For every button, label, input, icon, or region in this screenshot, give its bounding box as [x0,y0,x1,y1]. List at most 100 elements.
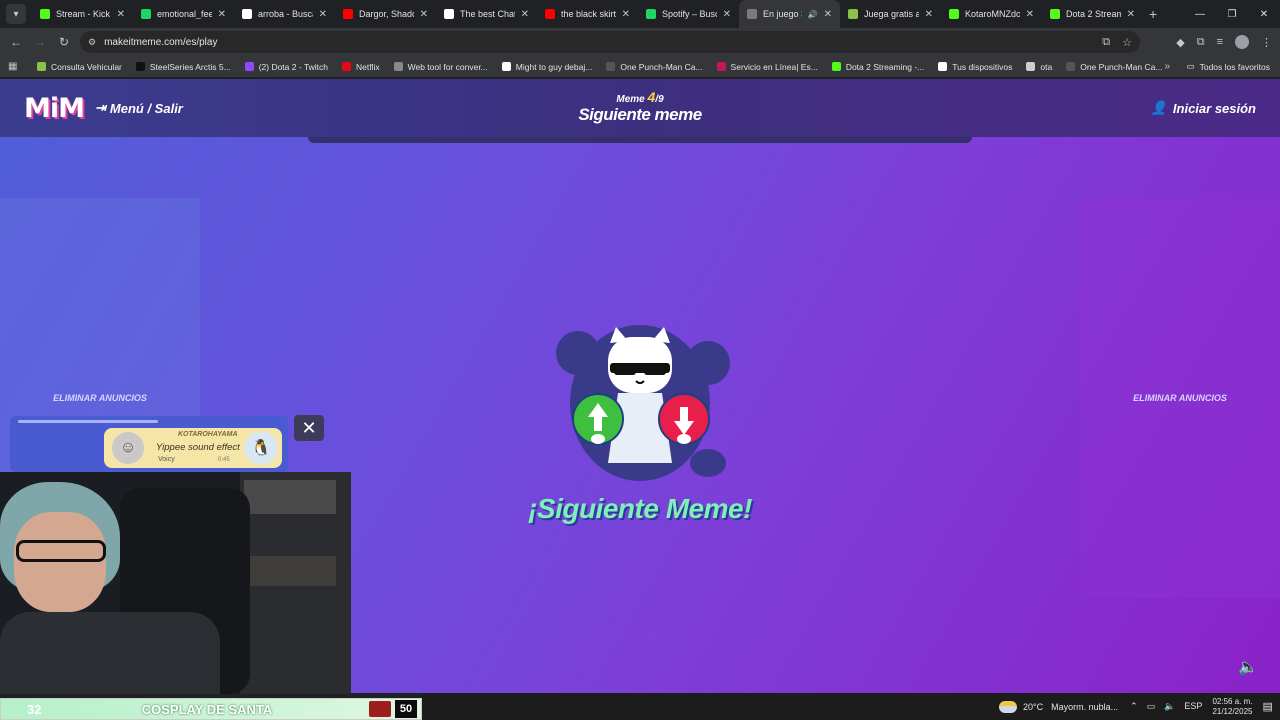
tab-audio-icon[interactable]: 🔊 [808,10,818,19]
bookmark-favicon-icon [831,62,841,71]
bookmark-label: Dota 2 Streaming -... [845,61,925,72]
tab-close-icon[interactable]: ✕ [1127,9,1135,20]
media-control-icon[interactable]: ≡ [1217,36,1223,48]
tab-favicon-icon [949,9,959,19]
bookmarks-overflow-icon[interactable]: » [1164,61,1170,72]
reload-button[interactable]: ↻ [52,35,76,49]
user-icon: 👤 [1150,100,1167,115]
weather-cloud-icon[interactable] [999,700,1017,713]
browser-tab[interactable]: KotaroMNZdo ✕ [941,0,1042,28]
tab-close-icon[interactable]: ✕ [218,9,226,20]
tab-title: KotaroMNZdo [965,9,1020,19]
tab-close-icon[interactable]: ✕ [1026,9,1034,20]
browser-tab[interactable]: emotional_fee ✕ [133,0,234,28]
stream-alert: ☺ KOTAROHAYAMA Yippee sound effect Voicy… [10,416,288,472]
bookmark-label: ota [1040,61,1053,72]
tab-favicon-icon [646,9,656,19]
forward-button[interactable]: → [28,35,52,49]
webcam-shelf-lower [244,556,336,586]
bookmark-item[interactable]: Tus dispositivos [931,62,1019,72]
address-bar[interactable]: ⚙ makeitmeme.com/es/play ⧉ ☆ [80,31,1140,53]
ad-slot-right[interactable]: ELIMINAR ANUNCIOS [1080,198,1280,598]
bookmark-star-icon[interactable]: ☆ [1122,36,1132,49]
weather-temp[interactable]: 20°C [1023,702,1043,712]
browser-tab[interactable]: Stream - Kick D ✕ [32,0,133,28]
remove-ads-right[interactable]: ELIMINAR ANUNCIOS [1133,393,1227,403]
remove-ads-left[interactable]: ELIMINAR ANUNCIOS [53,393,147,403]
tab-close-icon[interactable]: ✕ [521,9,529,20]
close-icon[interactable]: ✕ [294,415,324,441]
bookmark-item[interactable]: (2) Dota 2 - Twitch [238,62,335,72]
taskbar-tray: 20°C Mayorm. nubla... ⌃ ▭ 🔈 ESP 02:56 a.… [995,693,1280,720]
close-window-button[interactable]: ✕ [1248,0,1280,28]
install-app-icon[interactable]: ⧉ [1102,36,1110,49]
chevron-up-icon[interactable]: ⌃ [1130,701,1138,712]
tab-close-icon[interactable]: ✕ [420,9,428,20]
tab-title: Dota 2 Stream [1066,9,1121,19]
tab-title: The best ChatB [460,9,515,19]
all-bookmarks-folder[interactable]: ▭ Todos los favoritos [1187,61,1270,72]
tab-close-icon[interactable]: ✕ [824,9,832,20]
bookmark-item[interactable]: Dota 2 Streaming -... [825,62,931,72]
bookmark-favicon-icon [938,62,948,71]
bookmark-label: Web tool for conver... [407,61,488,72]
tab-strip: ▾ Stream - Kick D✕emotional_fee✕arroba -… [0,0,1280,28]
tab-favicon-icon [141,9,151,19]
tab-search-button[interactable]: ▾ [6,4,26,24]
bookmark-item[interactable]: Netflix [335,62,387,72]
tab-close-icon[interactable]: ✕ [319,9,327,20]
stream-score: 50 [395,700,417,718]
network-icon[interactable]: ▭ [1147,701,1156,712]
extension-icon[interactable]: ◆ [1176,36,1184,49]
restore-button[interactable]: ❐ [1216,0,1248,28]
taskbar-left [422,693,995,720]
apps-grid-icon[interactable]: ▦ [8,61,30,72]
browser-tab[interactable]: Spotify – Busca ✕ [638,0,739,28]
tab-close-icon[interactable]: ✕ [622,9,630,20]
browser-tab[interactable]: arroba - Busca ✕ [234,0,335,28]
alert-sound-title: Yippee sound effect [156,442,240,453]
extensions-puzzle-icon[interactable]: ⧉ [1197,36,1205,49]
minimize-button[interactable]: — [1184,0,1216,28]
bookmark-item[interactable]: SteelSeries Arctis 5... [129,62,238,72]
bookmark-item[interactable]: Might to guy debaj... [495,62,600,72]
tab-close-icon[interactable]: ✕ [925,9,933,20]
browser-tab[interactable]: the black skirt ✕ [537,0,638,28]
clock[interactable]: 02:56 a. m. 21/12/2025 [1212,697,1252,717]
bookmark-favicon-icon [1066,62,1076,71]
tab-favicon-icon [444,9,454,19]
back-button[interactable]: ← [4,35,28,49]
browser-tab[interactable]: Juega gratis al ✕ [840,0,941,28]
browser-tab[interactable]: The best ChatB ✕ [436,0,537,28]
bookmarks-bar: ▦ Consulta Vehicular SteelSeries Arctis 5… [0,56,1280,78]
url-text: makeitmeme.com/es/play [104,36,218,48]
sound-toggle-icon[interactable]: 🔈 [1238,657,1258,677]
bookmark-item[interactable]: Consulta Vehicular [30,62,129,72]
bookmark-item[interactable]: Servicio en Línea| Es... [710,62,825,72]
webcam-feed [0,472,351,694]
meme-counter: Meme 4/9 [0,89,1280,105]
counter-prefix: Meme [616,94,645,105]
login-button[interactable]: 👤 Iniciar sesión [1151,100,1256,116]
tab-title: Spotify – Busca [662,9,717,19]
browser-tab[interactable]: Dargor, Shado ✕ [335,0,436,28]
bookmark-item[interactable]: One Punch-Man Ca... [599,62,709,72]
folder-icon: ▭ [1186,61,1195,71]
tab-favicon-icon [1050,9,1060,19]
site-info-icon[interactable]: ⚙ [88,37,96,48]
bookmark-item[interactable]: ota [1019,62,1059,72]
bookmark-item[interactable]: Web tool for conver... [387,62,495,72]
profile-avatar[interactable] [1235,35,1249,49]
tab-close-icon[interactable]: ✕ [117,9,125,20]
bookmark-item[interactable]: One Punch-Man Ca... [1059,62,1169,72]
browser-menu-icon[interactable]: ⋮ [1261,36,1272,49]
notification-icon[interactable]: ▤ [1262,700,1272,713]
volume-icon[interactable]: 🔈 [1164,701,1175,712]
tab-close-icon[interactable]: ✕ [723,9,731,20]
browser-tab[interactable]: Dota 2 Stream ✕ [1042,0,1143,28]
language-indicator[interactable]: ESP [1184,701,1202,712]
new-tab-button[interactable]: + [1149,6,1157,22]
browser-tab[interactable]: En juego 3. 🔊 ✕ [739,0,840,28]
weather-description[interactable]: Mayorm. nubla... [1051,702,1118,712]
bookmark-label: (2) Dota 2 - Twitch [258,61,328,72]
